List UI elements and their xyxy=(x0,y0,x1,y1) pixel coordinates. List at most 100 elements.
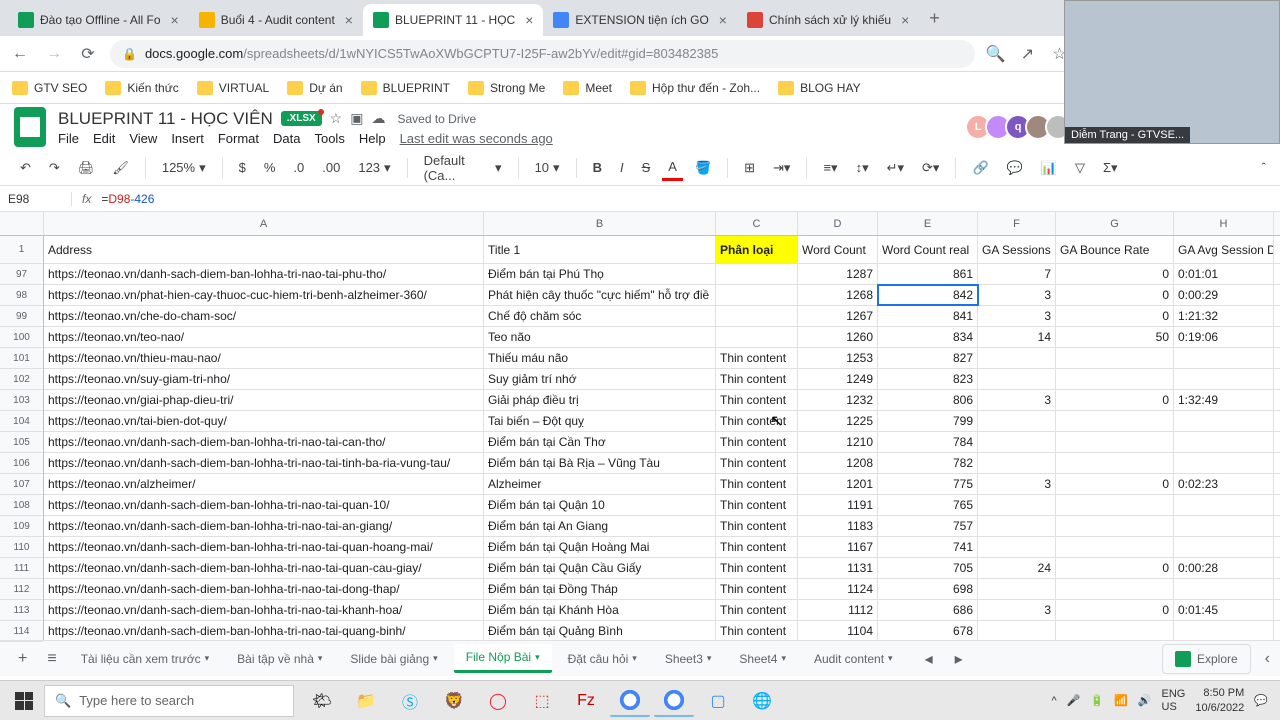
cell[interactable]: 1210 xyxy=(798,432,878,452)
cell[interactable]: 3 xyxy=(978,306,1056,326)
more-formats-dropdown[interactable]: 123▾ xyxy=(352,156,396,180)
cell[interactable]: https://teonao.vn/tai-bien-dot-quy/ xyxy=(44,411,484,431)
row-headers[interactable]: 1979899100101102103104105106107108109110… xyxy=(0,236,44,640)
close-icon[interactable]: × xyxy=(901,12,909,28)
chevron-down-icon[interactable]: ▾ xyxy=(318,653,323,664)
filter-button[interactable]: ▽ xyxy=(1069,156,1091,180)
header-cell[interactable]: Address xyxy=(44,236,484,263)
cell[interactable]: Thin content xyxy=(716,453,798,473)
cell[interactable]: 842 xyxy=(878,285,978,305)
start-button[interactable] xyxy=(4,685,44,717)
tray-volume-icon[interactable]: 🔊 xyxy=(1138,694,1152,707)
cloud-icon[interactable]: ☁ xyxy=(371,110,385,127)
chevron-down-icon[interactable]: ▾ xyxy=(535,652,540,663)
bookmark-item[interactable]: BLOG HAY xyxy=(778,81,860,95)
cell[interactable]: 834 xyxy=(878,327,978,347)
cell[interactable]: 1260 xyxy=(798,327,878,347)
move-icon[interactable]: ▣ xyxy=(350,110,363,127)
cell[interactable] xyxy=(1056,579,1174,599)
cell[interactable]: 827 xyxy=(878,348,978,368)
cell[interactable]: Phát hiện cây thuốc "cực hiếm" hỗ trợ đi… xyxy=(484,285,716,305)
cell[interactable]: 1104 xyxy=(798,621,878,640)
column-headers[interactable]: ABCDEFGH xyxy=(44,212,1280,236)
cell[interactable]: 0:00:28 xyxy=(1174,558,1274,578)
cell[interactable] xyxy=(1056,432,1174,452)
cell[interactable]: 775 xyxy=(878,474,978,494)
bookmark-item[interactable]: Meet xyxy=(563,81,612,95)
cell[interactable] xyxy=(978,369,1056,389)
cell[interactable]: 705 xyxy=(878,558,978,578)
taskbar-app-weather[interactable]: 🌤 xyxy=(302,685,342,717)
row-header[interactable]: 111 xyxy=(0,558,43,579)
decimal-decrease-button[interactable]: .0 xyxy=(287,156,310,179)
cell[interactable]: https://teonao.vn/danh-sach-diem-ban-loh… xyxy=(44,264,484,284)
taskbar-search[interactable]: 🔍 Type here to search xyxy=(44,685,294,717)
cell[interactable]: Thin content xyxy=(716,516,798,536)
header-cell[interactable]: Word Count real xyxy=(878,236,978,263)
cell[interactable]: https://teonao.vn/danh-sach-diem-ban-loh… xyxy=(44,579,484,599)
header-cell[interactable]: GA Avg Session D xyxy=(1174,236,1274,263)
cell[interactable]: 0 xyxy=(1056,264,1174,284)
cell[interactable]: 50 xyxy=(1056,327,1174,347)
row-header[interactable]: 97 xyxy=(0,264,43,285)
cell[interactable]: 1253 xyxy=(798,348,878,368)
system-tray[interactable]: ^ 🎤 🔋 📶 🔊 ENG US 8:50 PM 10/6/2022 💬 xyxy=(1052,686,1276,715)
column-header[interactable]: A xyxy=(44,212,484,235)
collapse-toolbar-button[interactable]: ˆ xyxy=(1262,160,1266,175)
row-header[interactable]: 98 xyxy=(0,285,43,306)
cell[interactable]: Thin content xyxy=(716,621,798,640)
taskbar-app-skype[interactable]: Ⓢ xyxy=(390,685,430,717)
cell-reference[interactable]: E98 xyxy=(0,192,72,206)
cell[interactable]: Thin content xyxy=(716,411,798,431)
menu-format[interactable]: Format xyxy=(218,131,259,146)
cell[interactable]: 1167 xyxy=(798,537,878,557)
cell[interactable]: https://teonao.vn/danh-sach-diem-ban-loh… xyxy=(44,537,484,557)
cell[interactable]: 3 xyxy=(978,390,1056,410)
cell[interactable]: Điểm bán tại Khánh Hòa xyxy=(484,600,716,620)
cell[interactable]: Điểm bán tại Đồng Tháp xyxy=(484,579,716,599)
row-header[interactable]: 102 xyxy=(0,369,43,390)
column-header[interactable]: C xyxy=(716,212,798,235)
cell[interactable]: 1:32:49 xyxy=(1174,390,1274,410)
tray-chevron-icon[interactable]: ^ xyxy=(1052,695,1057,707)
h-align-button[interactable]: ≡▾ xyxy=(817,156,843,180)
link-button[interactable]: 🔗 xyxy=(966,156,994,180)
cell[interactable]: Thin content xyxy=(716,369,798,389)
chevron-down-icon[interactable]: ▾ xyxy=(632,653,637,664)
header-cell[interactable]: Word Count xyxy=(798,236,878,263)
cell[interactable] xyxy=(978,348,1056,368)
cell[interactable]: 1287 xyxy=(798,264,878,284)
cell[interactable]: 686 xyxy=(878,600,978,620)
cell[interactable] xyxy=(978,453,1056,473)
cell[interactable] xyxy=(1056,621,1174,640)
cell[interactable]: https://teonao.vn/danh-sach-diem-ban-loh… xyxy=(44,600,484,620)
browser-tab[interactable]: Chính sách xử lý khiếu× xyxy=(737,4,919,36)
reload-button[interactable]: ⟳ xyxy=(76,44,100,64)
cell[interactable]: https://teonao.vn/danh-sach-diem-ban-loh… xyxy=(44,432,484,452)
cell[interactable] xyxy=(978,432,1056,452)
chart-button[interactable]: 📊 xyxy=(1035,156,1063,180)
cell[interactable]: 0 xyxy=(1056,558,1174,578)
cell[interactable] xyxy=(716,306,798,326)
bookmark-item[interactable]: Kiến thức xyxy=(105,81,178,95)
bookmark-item[interactable]: BLUEPRINT xyxy=(361,81,450,95)
bookmark-item[interactable]: Dự án xyxy=(287,81,342,95)
new-tab-button[interactable]: + xyxy=(919,8,950,29)
cell[interactable]: Thin content xyxy=(716,348,798,368)
cell[interactable]: 0 xyxy=(1056,390,1174,410)
header-cell[interactable]: Phân loại xyxy=(716,236,798,263)
bookmark-item[interactable]: Strong Me xyxy=(468,81,545,95)
cell[interactable]: 1201 xyxy=(798,474,878,494)
taskbar-app-globe[interactable]: 🌐 xyxy=(742,685,782,717)
cell[interactable]: 1268 xyxy=(798,285,878,305)
bookmark-item[interactable]: Hộp thư đến - Zoh... xyxy=(630,81,760,95)
cell[interactable]: Thin content xyxy=(716,432,798,452)
cell[interactable] xyxy=(1174,348,1274,368)
menu-file[interactable]: File xyxy=(58,131,79,146)
taskbar-app-opera[interactable]: ◯ xyxy=(478,685,518,717)
row-header[interactable]: 112 xyxy=(0,579,43,600)
row-header[interactable]: 114 xyxy=(0,621,43,642)
cell[interactable] xyxy=(978,621,1056,640)
cell[interactable] xyxy=(716,327,798,347)
cell[interactable]: 765 xyxy=(878,495,978,515)
